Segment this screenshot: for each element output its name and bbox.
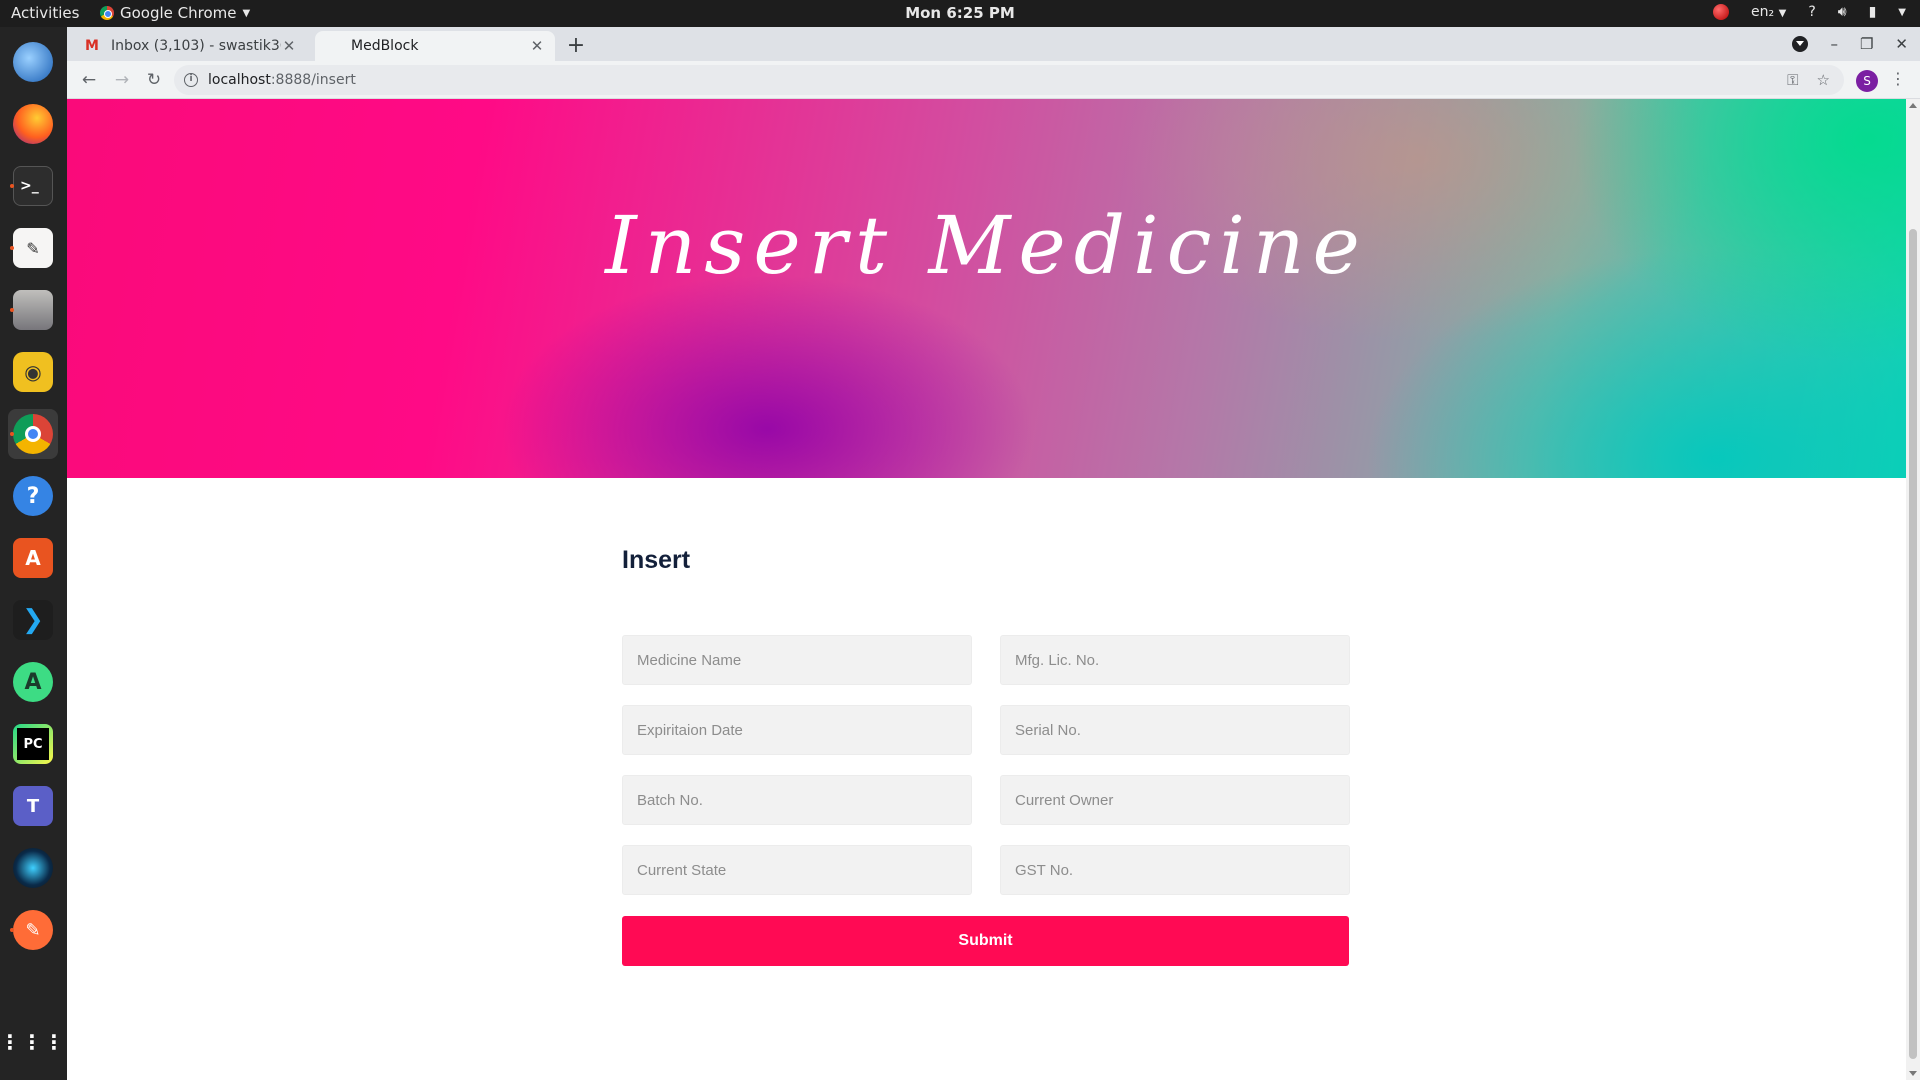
dock-chrome[interactable] [8,409,58,459]
dock-camera[interactable] [8,843,58,893]
page-title: Insert Medicine [605,199,1368,292]
expiration-date-input[interactable] [622,705,972,755]
scroll-down-icon[interactable] [1909,1071,1917,1076]
dock-android-studio[interactable]: A [8,657,58,707]
close-tab-icon[interactable]: ✕ [281,37,297,55]
form-title: Insert [622,546,691,574]
page-favicon-icon [325,38,341,54]
show-apps-icon: ⋮⋮⋮ [0,1030,66,1054]
back-icon[interactable]: ← [79,70,99,90]
caret-down-icon[interactable]: ▼ [1898,7,1906,18]
tab-title: Inbox (3,103) - swastik36 [111,38,281,54]
thunderbird-icon [13,42,53,82]
system-tray: en₂ ▼ ? 🔊︎ ▮ ▼ [1713,4,1906,20]
chrome-icon [13,414,53,454]
current-owner-input[interactable] [1000,775,1350,825]
scroll-up-icon[interactable] [1909,103,1917,108]
activities-button[interactable]: Activities [11,4,79,22]
app-menu-label: Google Chrome [120,4,237,22]
camera-app-icon [13,848,53,888]
recording-indicator-icon[interactable] [1713,4,1730,20]
dock-show-apps[interactable]: ⋮⋮⋮ [0,1017,66,1067]
caret-down-icon: ▼ [242,7,251,19]
browser-toolbar: ← → ↻ i localhost:8888/insert ⚿ ☆ S ⋮ [67,61,1920,99]
android-studio-icon: A [13,662,53,702]
chrome-icon [100,6,114,20]
minimize-icon[interactable]: – [1830,35,1838,53]
dock-teams[interactable]: T [8,781,58,831]
tab-strip: M Inbox (3,103) - swastik36 ✕ MedBlock ✕… [67,27,1920,61]
dock-help[interactable]: ? [8,471,58,521]
dock-rhythmbox[interactable]: ◉ [8,347,58,397]
text-editor-icon: ✎ [13,228,53,268]
avatar[interactable]: S [1856,70,1878,92]
url-host: localhost [208,72,271,88]
forward-icon[interactable]: → [112,70,132,90]
dock-thunderbird[interactable] [8,37,58,87]
page-scrollbar[interactable] [1906,99,1920,1080]
gst-no-input[interactable] [1000,845,1350,895]
dock-pycharm[interactable]: PC [8,719,58,769]
insert-form: Insert [622,546,1350,576]
reload-icon[interactable]: ↻ [144,70,164,90]
terminal-icon: >_ [13,166,53,206]
dock: >_ ✎ ◉ ? A ❯ A PC T ✎ ⋮⋮⋮ [0,27,67,1080]
dock-files[interactable] [8,285,58,335]
language-indicator[interactable]: en₂ ▼ [1751,4,1786,20]
vscode-icon: ❯ [13,600,53,640]
pycharm-icon: PC [13,724,53,764]
current-state-input[interactable] [622,845,972,895]
batch-no-input[interactable] [622,775,972,825]
address-bar[interactable]: i localhost:8888/insert ⚿ ☆ [174,65,1844,95]
system-top-bar: Activities Google Chrome ▼ Mon 6:25 PM e… [0,0,1920,27]
dock-software[interactable]: A [8,533,58,583]
new-tab-button[interactable]: + [563,34,589,60]
firefox-icon [13,104,53,144]
caret-down-icon: ▼ [1778,8,1787,19]
help-icon: ? [13,476,53,516]
profile-menu-icon[interactable] [1792,36,1809,52]
medicine-name-input[interactable] [622,635,972,685]
battery-icon[interactable]: ▮ [1869,4,1877,20]
tab-title: MedBlock [351,38,419,54]
language-label: en₂ [1751,4,1775,20]
key-icon[interactable]: ⚿ [1787,71,1798,89]
submit-button[interactable]: Submit [622,916,1349,966]
clock[interactable]: Mon 6:25 PM [0,4,1920,22]
rhythmbox-icon: ◉ [13,352,53,392]
gmail-icon: M [85,38,99,54]
site-info-icon[interactable]: i [184,73,198,87]
help-icon[interactable]: ? [1808,4,1815,20]
url-path: :8888/insert [270,72,356,88]
files-icon [13,290,53,330]
dock-postman[interactable]: ✎ [8,905,58,955]
maximize-icon[interactable]: ❐ [1860,35,1873,53]
page-viewport: Insert Medicine Insert Submit [67,99,1920,1080]
app-menu[interactable]: Google Chrome ▼ [100,4,250,22]
chrome-menu-icon[interactable]: ⋮ [1890,69,1906,88]
window-controls: – ❐ ✕ [1792,27,1920,61]
scrollbar-thumb[interactable] [1909,229,1917,1059]
dock-firefox[interactable] [8,99,58,149]
close-window-icon[interactable]: ✕ [1895,35,1908,53]
postman-icon: ✎ [13,910,53,950]
close-tab-icon[interactable]: ✕ [529,37,545,55]
serial-no-input[interactable] [1000,705,1350,755]
bookmark-star-icon[interactable]: ☆ [1817,71,1830,89]
teams-icon: T [13,786,53,826]
chrome-window: M Inbox (3,103) - swastik36 ✕ MedBlock ✕… [67,27,1920,1080]
hero-banner: Insert Medicine [67,99,1906,478]
mfg-lic-no-input[interactable] [1000,635,1350,685]
volume-icon[interactable]: 🔊︎ [1838,4,1847,20]
tab-inbox[interactable]: M Inbox (3,103) - swastik36 ✕ [75,31,307,61]
dock-vscode[interactable]: ❯ [8,595,58,645]
tab-medblock[interactable]: MedBlock ✕ [315,31,555,61]
dock-terminal[interactable]: >_ [8,161,58,211]
software-center-icon: A [13,538,53,578]
dock-text-editor[interactable]: ✎ [8,223,58,273]
